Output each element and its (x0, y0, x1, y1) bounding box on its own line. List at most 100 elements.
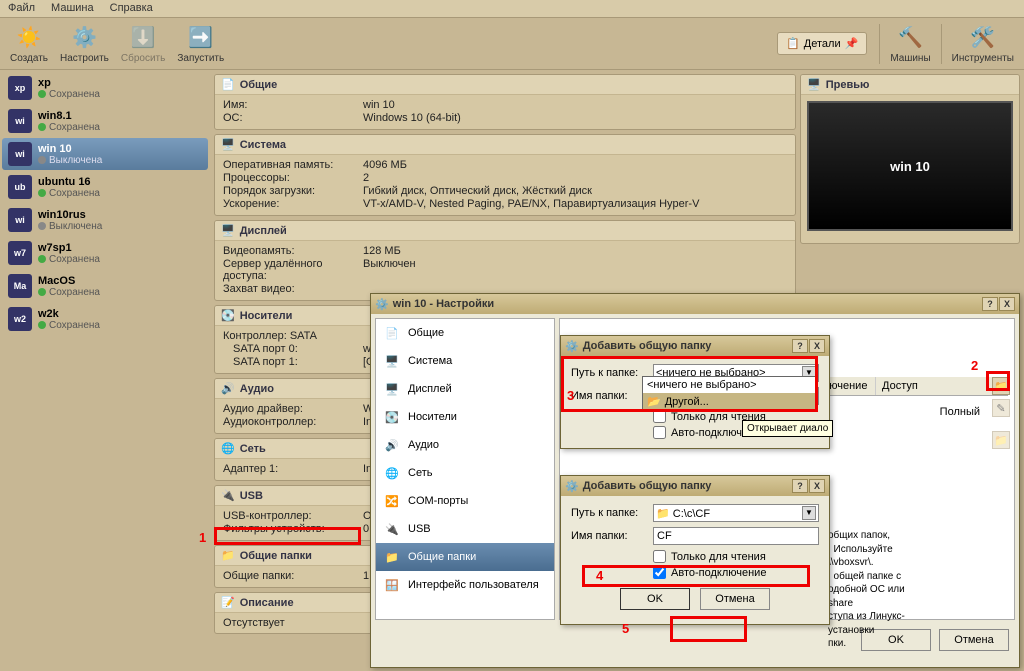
os-icon: ub (8, 175, 32, 199)
vm-list: xp xp Сохранена wi win8.1 Сохранена wi w… (0, 70, 210, 671)
vm-list-item[interactable]: wi win10rus Выключена (2, 204, 208, 236)
vm-name: w7sp1 (38, 242, 100, 254)
hammer-icon: 🔨 (896, 24, 924, 52)
settings-nav-item[interactable]: 🌐Сеть (376, 459, 554, 487)
tools-icon: 🛠️ (969, 24, 997, 52)
settings-nav-item[interactable]: 🔌 USB (376, 515, 554, 543)
help-button[interactable]: ? (982, 297, 998, 311)
vm-list-item[interactable]: w7 w7sp1 Сохранена (2, 237, 208, 269)
settings-title: win 10 - Настройки (393, 298, 494, 310)
sun-new-icon: ☀️ (15, 24, 43, 52)
panel-system[interactable]: 🖥️Система (215, 135, 795, 155)
nav-label: Носители (408, 411, 457, 423)
close-button[interactable]: X (809, 479, 825, 493)
folder-path-dropdown-popup: <ничего не выбрано> 📂Другой... (642, 376, 817, 411)
vm-list-item[interactable]: ub ubuntu 16 Сохранена (2, 171, 208, 203)
vm-name: ubuntu 16 (38, 176, 100, 188)
machines-button[interactable]: 🔨 Машины (884, 22, 936, 66)
folder-icon: 📂 (647, 395, 661, 408)
vm-name: win 10 (38, 143, 102, 155)
vm-state: Сохранена (38, 254, 100, 265)
nav-label: USB (408, 523, 431, 535)
vm-name: xp (38, 77, 100, 89)
readonly-checkbox[interactable] (653, 410, 666, 423)
gear-icon: ⚙️ (375, 298, 389, 311)
edit-share-button[interactable]: ✎ (992, 399, 1010, 417)
configure-button[interactable]: ⚙️ Настроить (54, 22, 115, 66)
nav-icon: 💽 (384, 409, 400, 425)
dropdown-item-none[interactable]: <ничего не выбрано> (643, 377, 816, 393)
nav-icon: 🖥️ (384, 353, 400, 369)
details-button[interactable]: 📋 Детали 📌 (777, 32, 867, 55)
reset-button[interactable]: ⬇️ Сбросить (115, 22, 171, 66)
settings-nav-item[interactable]: 📁Общие папки (376, 543, 554, 571)
nav-icon: 📄 (384, 325, 400, 341)
settings-nav-item[interactable]: 🔀COM-порты (376, 487, 554, 515)
nav-label: Система (408, 355, 452, 367)
settings-nav-item[interactable]: 🖥️ Система (376, 347, 554, 375)
reset-icon: ⬇️ (129, 24, 157, 52)
vm-list-item[interactable]: w2 w2k Сохранена (2, 303, 208, 335)
help-text: общих папок, . Используйте \\vboxsvr\. .… (828, 529, 988, 651)
nav-icon: 🪟 (384, 577, 400, 593)
add-cancel-button[interactable]: Отмена (700, 588, 770, 610)
vm-name: w2k (38, 308, 100, 320)
gear-icon: ⚙️ (565, 480, 579, 493)
vm-list-item[interactable]: wi win8.1 Сохранена (2, 105, 208, 137)
gear-icon: ⚙️ (70, 24, 98, 52)
vm-state: Выключена (38, 155, 102, 166)
menu-help[interactable]: Справка (106, 2, 157, 15)
add-share-button[interactable]: 📁 (992, 377, 1010, 395)
settings-nav-item[interactable]: 📄Общие (376, 319, 554, 347)
vm-name: win8.1 (38, 110, 100, 122)
panel-general[interactable]: 📄Общие (215, 75, 795, 95)
create-button[interactable]: ☀️ Создать (4, 22, 54, 66)
tooltip: Открывает диало (742, 420, 833, 437)
vm-list-item[interactable]: wi win 10 Выключена (2, 138, 208, 170)
start-arrow-icon: ➡️ (187, 24, 215, 52)
vm-list-item[interactable]: Ma MacOS Сохранена (2, 270, 208, 302)
start-button[interactable]: ➡️ Запустить (171, 22, 230, 66)
folder-name-input[interactable] (653, 527, 819, 545)
settings-nav-item[interactable]: 🪟 Интерфейс пользователя (376, 571, 554, 599)
dropdown-item-other[interactable]: 📂Другой... (643, 393, 816, 410)
nav-label: Аудио (408, 439, 439, 451)
add-ok-button[interactable]: OK (620, 588, 690, 610)
nav-icon: 🔌 (384, 521, 400, 537)
nav-label: Сеть (408, 467, 432, 479)
help-button[interactable]: ? (792, 339, 808, 353)
nav-label: Дисплей (408, 383, 452, 395)
close-button[interactable]: X (809, 339, 825, 353)
preview-thumbnail[interactable]: win 10 (807, 101, 1013, 231)
vm-state: Сохранена (38, 188, 100, 199)
tools-button[interactable]: 🛠️ Инструменты (946, 22, 1020, 66)
vm-state: Сохранена (38, 122, 100, 133)
panel-display[interactable]: 🖥️Дисплей (215, 221, 795, 241)
os-icon: xp (8, 76, 32, 100)
os-icon: Ma (8, 274, 32, 298)
close-button[interactable]: X (999, 297, 1015, 311)
help-button[interactable]: ? (792, 479, 808, 493)
nav-label: Интерфейс пользователя (408, 579, 539, 591)
settings-nav-item[interactable]: 🔊Аудио (376, 431, 554, 459)
automount-checkbox[interactable] (653, 566, 666, 579)
nav-label: Общие папки (408, 551, 476, 563)
vm-name: win10rus (38, 209, 102, 221)
vm-list-item[interactable]: xp xp Сохранена (2, 72, 208, 104)
os-icon: w2 (8, 307, 32, 331)
os-icon: wi (8, 208, 32, 232)
readonly-checkbox[interactable] (653, 550, 666, 563)
vm-state: Сохранена (38, 320, 100, 331)
pin-icon: 📌 (845, 37, 859, 50)
menu-machine[interactable]: Машина (47, 2, 98, 15)
settings-nav-item[interactable]: 💽 Носители (376, 403, 554, 431)
remove-share-button[interactable]: 📁 (992, 431, 1010, 449)
gear-icon: ⚙️ (565, 340, 579, 353)
menu-file[interactable]: Файл (4, 2, 39, 15)
add-share-dialog-2: ⚙️ Добавить общую папку ?X Путь к папке:… (560, 475, 830, 625)
automount-checkbox[interactable] (653, 426, 666, 439)
panel-preview: 🖥️Превью (801, 75, 1019, 95)
nav-icon: 🖥️ (384, 381, 400, 397)
settings-nav-item[interactable]: 🖥️ Дисплей (376, 375, 554, 403)
folder-path-dropdown[interactable]: 📁 C:\c\CF▼ (653, 504, 819, 522)
